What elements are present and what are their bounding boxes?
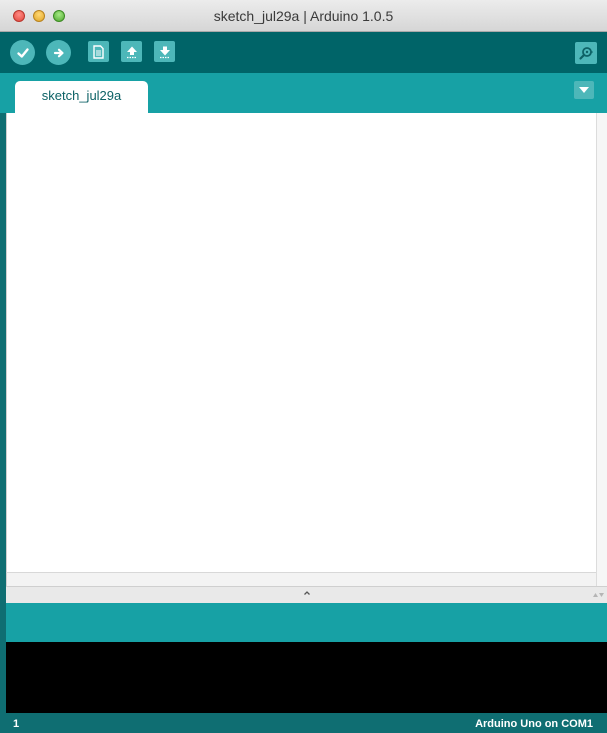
arduino-ide-window: sketch_jul29a | Arduino 1.0.5 sketch_jul… bbox=[0, 0, 607, 733]
tab-bar: sketch_jul29a bbox=[0, 73, 607, 113]
checkmark-icon bbox=[16, 47, 29, 58]
arrow-down-icon bbox=[159, 46, 170, 58]
caret-up-icon[interactable] bbox=[302, 588, 312, 598]
open-button[interactable] bbox=[121, 41, 142, 62]
console-output[interactable] bbox=[6, 642, 607, 713]
status-bar: 1 Arduino Uno on COM1 bbox=[0, 713, 607, 733]
board-port-status: Arduino Uno on COM1 bbox=[475, 718, 593, 730]
serial-monitor-button[interactable] bbox=[575, 42, 597, 64]
save-button[interactable] bbox=[154, 41, 175, 62]
message-area bbox=[6, 603, 607, 642]
code-editor[interactable] bbox=[6, 113, 596, 572]
tab-sketch[interactable]: sketch_jul29a bbox=[15, 81, 148, 113]
magnifier-icon bbox=[579, 47, 593, 60]
scroll-arrows-icon[interactable] bbox=[591, 590, 605, 600]
upload-button[interactable] bbox=[46, 40, 71, 65]
line-number: 1 bbox=[13, 718, 20, 730]
triangle-down-icon bbox=[579, 87, 589, 93]
new-button[interactable] bbox=[88, 41, 109, 62]
tab-menu-button[interactable] bbox=[574, 81, 594, 99]
arrow-up-icon bbox=[126, 46, 137, 58]
window-title: sketch_jul29a | Arduino 1.0.5 bbox=[213, 8, 394, 24]
editor-horizontal-scrollbar[interactable] bbox=[6, 572, 596, 586]
toolbar bbox=[0, 32, 607, 73]
document-icon bbox=[93, 44, 104, 59]
title-bar: sketch_jul29a | Arduino 1.0.5 bbox=[0, 0, 607, 32]
editor-vertical-scrollbar[interactable] bbox=[596, 113, 607, 586]
arrow-right-icon bbox=[53, 48, 64, 57]
verify-button[interactable] bbox=[10, 40, 35, 65]
